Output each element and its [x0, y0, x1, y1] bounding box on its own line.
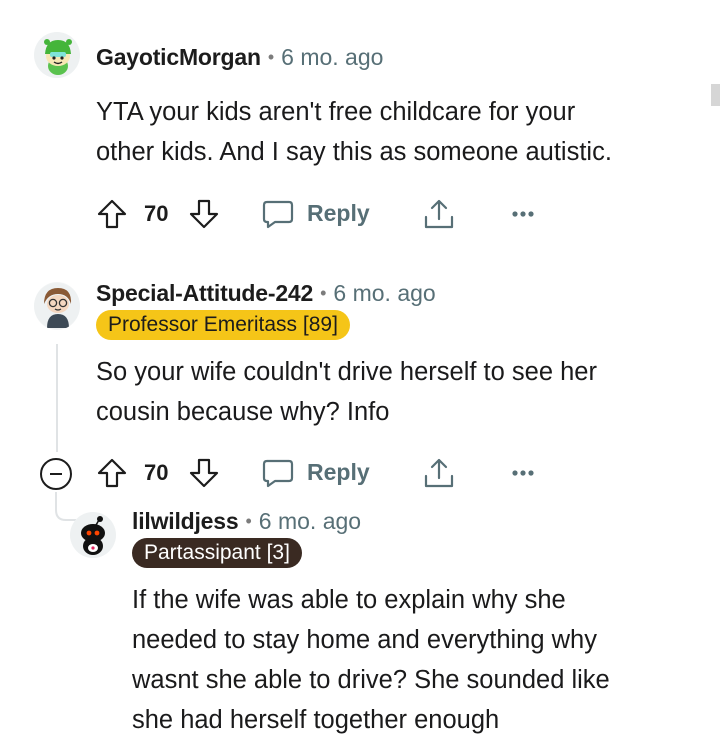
user-avatar[interactable]	[34, 32, 80, 78]
meta-separator: •	[245, 511, 252, 531]
reply-icon[interactable]	[262, 199, 294, 229]
downvote-icon[interactable]	[188, 198, 220, 230]
upvote-icon[interactable]	[96, 198, 128, 230]
comment-body-line: So your wife couldn't drive herself to s…	[96, 358, 597, 386]
comment-body: So your wife couldn't drive herself to s…	[96, 352, 597, 432]
comment-actions: 70 Reply	[0, 193, 720, 233]
comment-body-line: she had herself together enough	[132, 706, 500, 734]
thread-line[interactable]	[56, 344, 58, 452]
snoo-avatar-glasses-icon	[34, 283, 80, 329]
more-options-icon[interactable]	[511, 469, 535, 477]
user-avatar[interactable]	[34, 282, 80, 330]
downvote-icon[interactable]	[188, 457, 220, 489]
meta-separator: •	[267, 47, 275, 67]
comment-body-line: cousin because why? Info	[96, 398, 390, 426]
collapse-thread-icon[interactable]	[39, 457, 73, 491]
share-icon[interactable]	[423, 456, 455, 490]
comment-meta: Special-Attitude-242 • 6 mo. ago	[96, 280, 436, 307]
share-icon[interactable]	[423, 197, 455, 231]
thread-connector	[55, 492, 76, 521]
comment-body-line: If the wife was able to explain why she	[132, 586, 566, 614]
comment-body: If the wife was able to explain why she …	[132, 580, 610, 740]
user-flair: Partassipant [3]	[132, 538, 302, 568]
snoo-avatar-black-icon	[70, 512, 116, 558]
comment-meta: GayoticMorgan • 6 mo. ago	[96, 44, 383, 71]
comment-timestamp[interactable]: 6 mo. ago	[333, 280, 435, 307]
comment-author[interactable]: lilwildjess	[132, 508, 239, 535]
user-avatar[interactable]	[70, 512, 116, 558]
snoo-avatar-green-hat-icon	[34, 32, 80, 78]
reply-button[interactable]: Reply	[307, 200, 370, 227]
reply-button[interactable]: Reply	[307, 459, 370, 486]
comment-body-line: needed to stay home and everything why	[132, 626, 597, 654]
user-flair: Professor Emeritass [89]	[96, 310, 350, 340]
vote-count: 70	[144, 460, 169, 485]
comment-author[interactable]: GayoticMorgan	[96, 44, 261, 71]
upvote-icon[interactable]	[96, 457, 128, 489]
comment-body: YTA your kids aren't free childcare for …	[96, 92, 612, 172]
comment-timestamp[interactable]: 6 mo. ago	[281, 44, 383, 71]
comment-body-line: wasnt she able to drive? She sounded lik…	[132, 666, 610, 694]
more-options-icon[interactable]	[511, 210, 535, 218]
comment-timestamp[interactable]: 6 mo. ago	[259, 508, 361, 535]
comment-author[interactable]: Special-Attitude-242	[96, 280, 313, 307]
comment-meta: lilwildjess • 6 mo. ago	[132, 508, 361, 535]
reply-icon[interactable]	[262, 458, 294, 488]
comment-actions: 70 Reply	[0, 452, 720, 492]
comment-body-line: other kids. And I say this as someone au…	[96, 138, 612, 166]
vote-count: 70	[144, 201, 169, 226]
comment-body-line: YTA your kids aren't free childcare for …	[96, 98, 576, 126]
scrollbar-thumb[interactable]	[711, 84, 720, 106]
meta-separator: •	[320, 283, 327, 303]
